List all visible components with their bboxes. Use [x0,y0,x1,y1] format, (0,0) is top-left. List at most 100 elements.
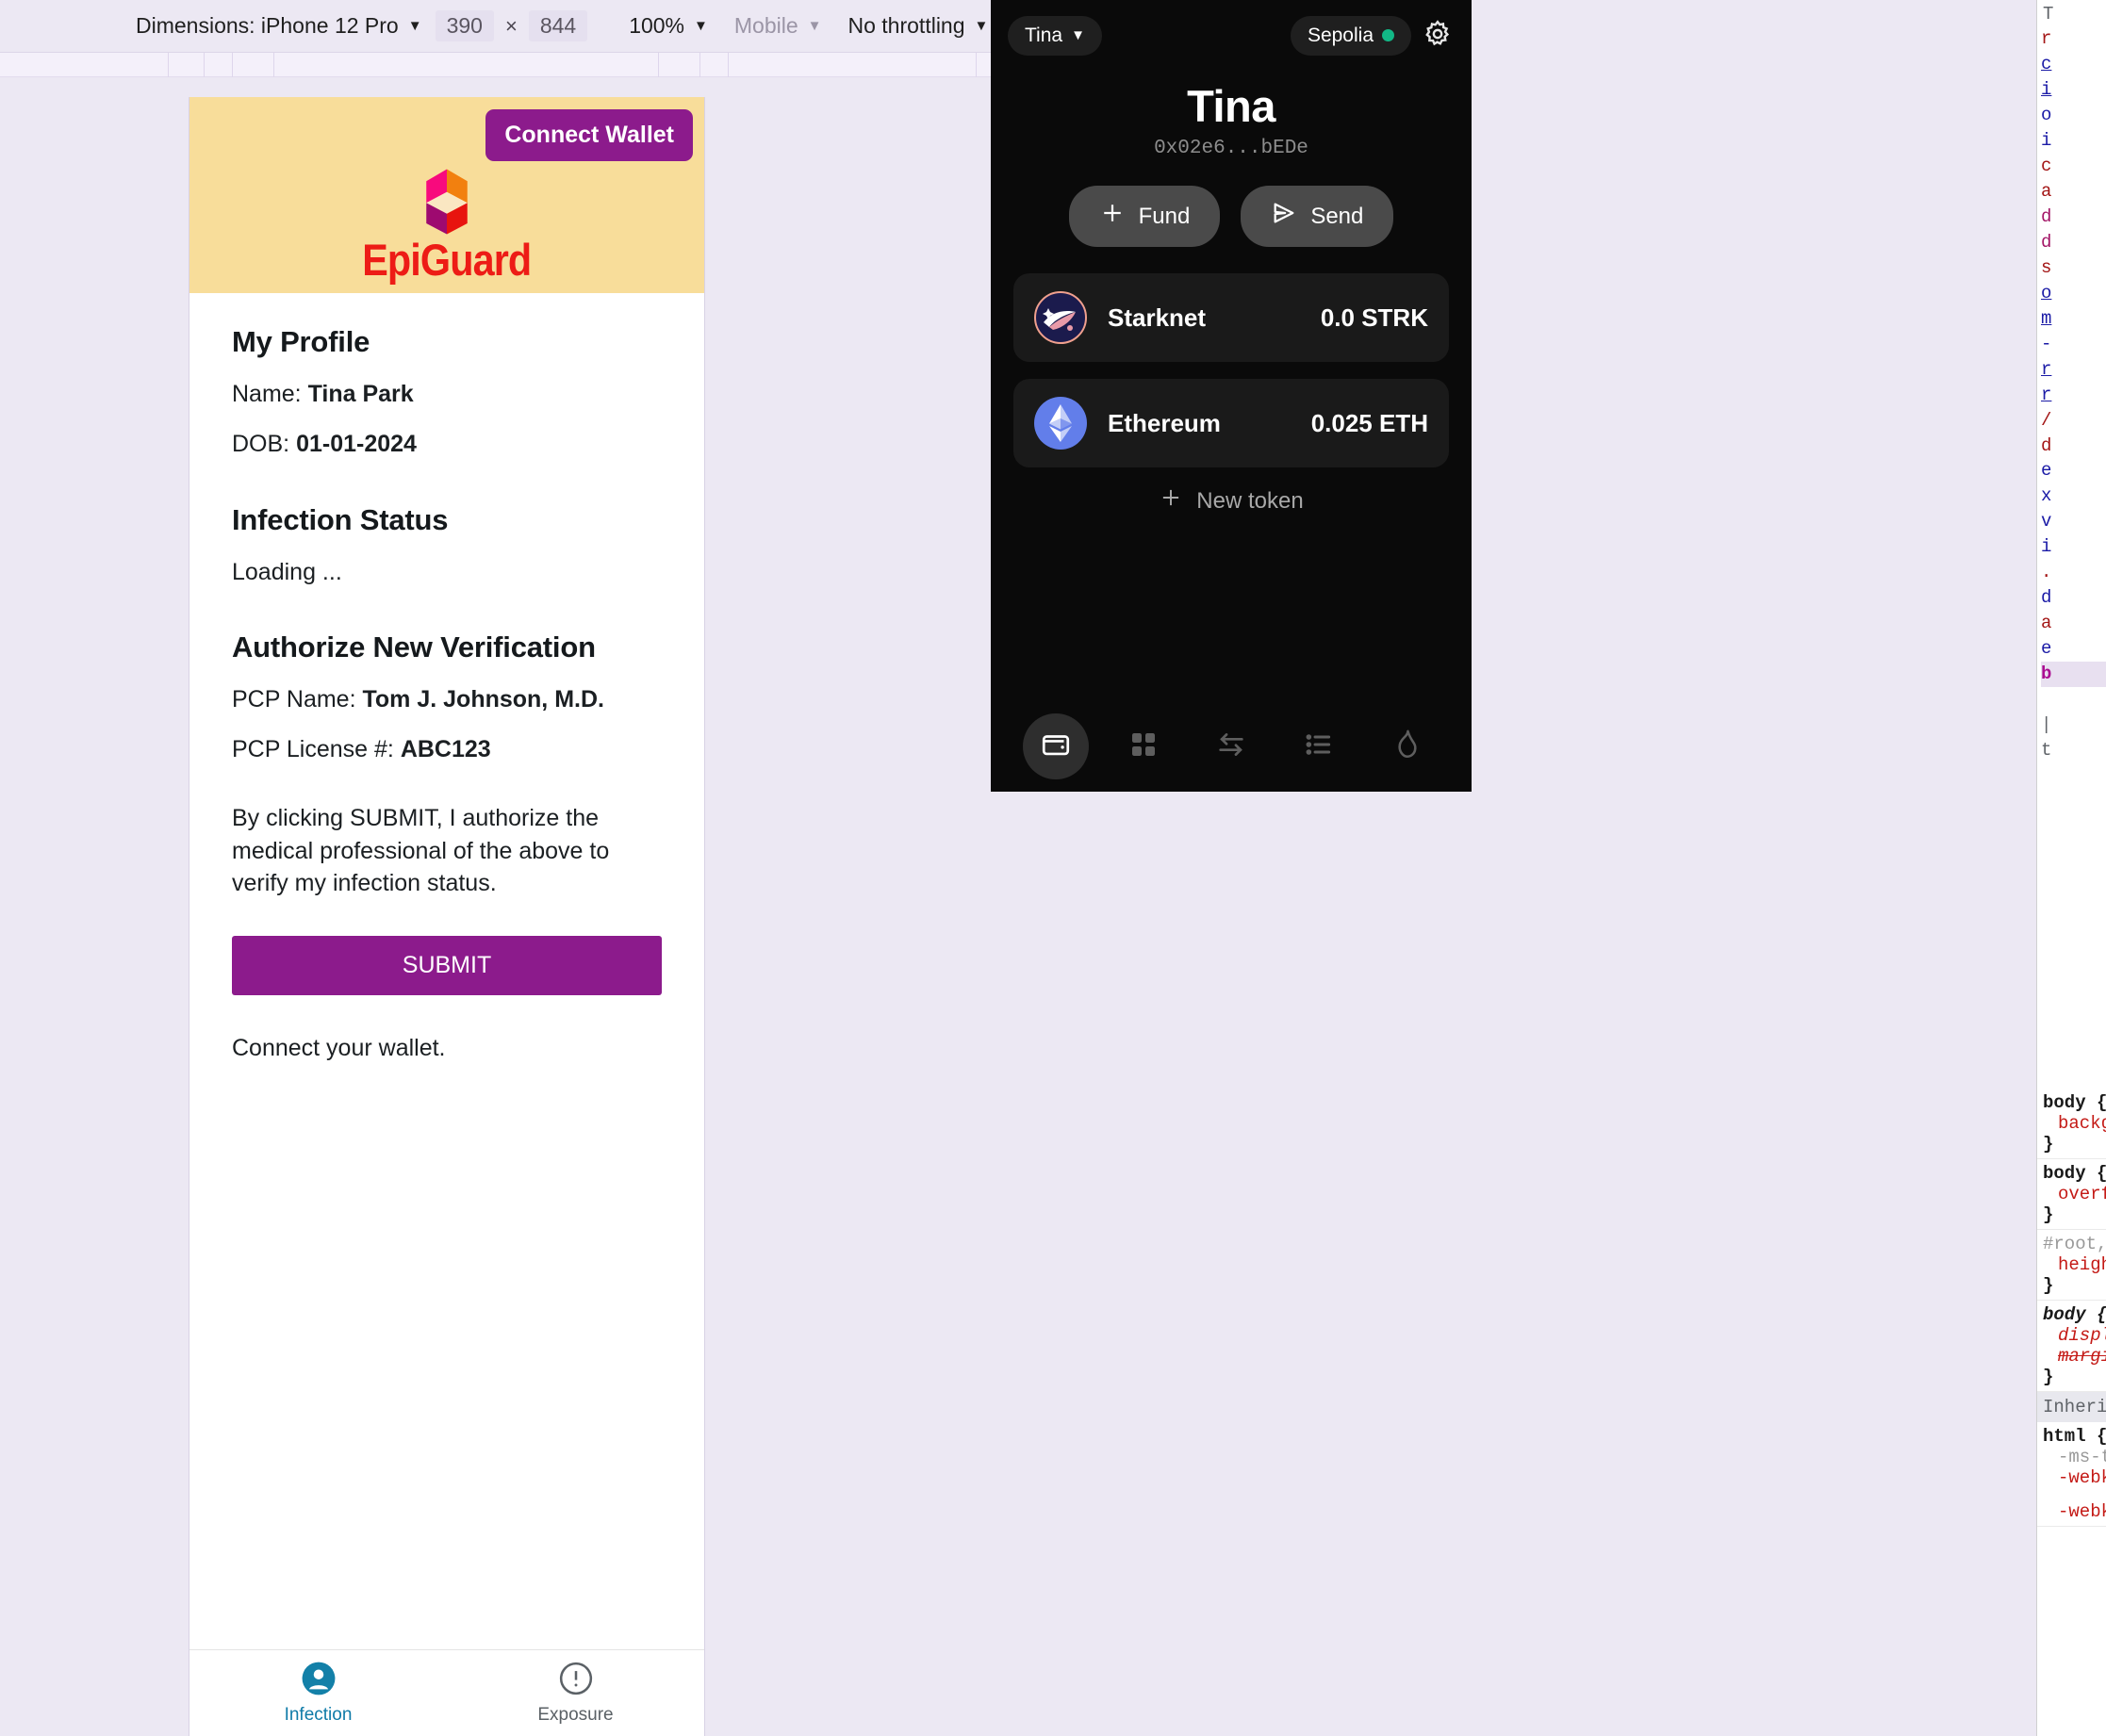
pcp-name-row: PCP Name: Tom J. Johnson, M.D. [232,685,662,714]
account-selector-button[interactable]: Tina ▼ [1008,15,1102,56]
ethereum-logo-icon [1034,397,1087,450]
network-selector-label: Sepolia [1307,24,1374,46]
list-icon [1304,729,1334,764]
submit-button[interactable]: SUBMIT [232,936,662,995]
send-button[interactable]: Send [1241,186,1394,247]
chevron-down-icon: ▼ [407,18,422,34]
consent-text: By clicking SUBMIT, I authorize the medi… [232,805,610,896]
app-logo: EpiGuard [351,168,543,286]
flame-icon [1390,729,1423,765]
device-dimensions-select[interactable]: Dimensions: iPhone 12 Pro ▼ [123,13,436,39]
wallet-address: 0x02e6...bEDe [1154,138,1308,159]
styles-token-column: r c i o i c a d d s o m - r r / d e x v … [2037,25,2106,765]
wallet-actions: Fund Send [991,186,1472,247]
styles-pane-header: T [2043,4,2054,25]
nav-wallet[interactable] [1022,713,1089,779]
network-status-dot [1382,29,1394,41]
infection-status-heading: Infection Status [232,502,449,536]
css-property[interactable]: -webk [2043,1467,2106,1488]
css-property[interactable]: displ [2043,1325,2106,1346]
css-property[interactable]: heigh [2043,1254,2106,1275]
chevron-down-icon: ▼ [807,18,822,34]
wallet-spacer [991,517,1472,701]
connect-wallet-note: Connect your wallet. [232,1035,446,1061]
wallet-bottom-nav [991,701,1472,792]
css-rule[interactable]: body { displ margi } [2037,1301,2106,1392]
css-rule[interactable]: body { backg } [2037,1089,2106,1159]
screenshot-root: Dimensions: iPhone 12 Pro ▼ 390 × 844 10… [0,0,2106,1736]
profile-name-row: Name: Tina Park [232,380,662,409]
tab-infection[interactable]: Infection [189,1650,447,1736]
token-row-starknet[interactable]: Starknet 0.0 STRK [1013,273,1449,362]
wallet-topbar: Tina ▼ Sepolia [991,0,1472,61]
wallet-panel: Tina ▼ Sepolia Tina 0x02e6...bEDe Fund S… [991,0,1472,792]
wallet-icon [1040,729,1072,765]
css-selector: html { [2043,1426,2106,1447]
profile-name-label: Name: [232,381,302,407]
css-selector: #root, b [2043,1234,2106,1254]
fund-button[interactable]: Fund [1068,186,1221,247]
css-rule-close: } [2043,1275,2054,1296]
send-button-label: Send [1310,203,1364,229]
css-property[interactable]: -webk [2043,1501,2106,1522]
throttling-select[interactable]: No throttling ▼ [835,13,1002,39]
profile-dob-label: DOB: [232,431,290,458]
token-name-starknet: Starknet [1108,303,1207,332]
chevron-down-icon: ▼ [974,18,989,34]
account-selector-label: Tina [1025,24,1063,46]
token-row-ethereum[interactable]: Ethereum 0.025 ETH [1013,379,1449,467]
new-token-button[interactable]: New token [1013,484,1449,517]
zoom-label: 100% [629,13,685,38]
zoom-select[interactable]: 100% ▼ [616,13,721,39]
css-rule-html[interactable]: html { -ms-t -webk -webk [2037,1422,2106,1527]
settings-button[interactable] [1411,15,1455,56]
wallet-account-name: Tina [1187,81,1275,131]
inherited-section-label: Inherited [2037,1392,2106,1422]
profile-dob-value: 01-01-2024 [296,431,417,458]
connect-wallet-button[interactable]: Connect Wallet [485,109,693,161]
token-list: Starknet 0.0 STRK Ethereum 0.025 ETH New… [991,247,1472,517]
fund-button-label: Fund [1138,203,1191,229]
network-selector-button[interactable]: Sepolia [1290,15,1411,56]
infection-status-value: Loading ... [232,558,342,585]
nav-swap[interactable] [1198,713,1264,779]
tab-exposure[interactable]: Exposure [447,1650,704,1736]
viewport-width-input[interactable]: 390 [435,10,494,41]
authorize-heading: Authorize New Verification [232,630,596,663]
starknet-logo-icon [1034,291,1087,344]
css-rule-close: } [2043,1367,2054,1387]
token-amount-ethereum: 0.025 ETH [1310,408,1428,437]
css-property[interactable]: backg [2043,1113,2106,1134]
chevron-down-icon: ▼ [1071,27,1085,43]
multiply-symbol: × [504,13,518,38]
send-icon [1271,200,1297,233]
devtools-styles-pane[interactable]: T r c i o i c a d d s o m - r r / d e x … [2036,0,2106,1736]
grid-icon [1128,729,1159,764]
token-name-ethereum: Ethereum [1108,408,1221,437]
viewport-height-input[interactable]: 844 [528,10,588,41]
nav-apps[interactable] [1111,713,1176,779]
css-property-disabled[interactable]: margi [2043,1346,2106,1367]
gear-icon [1423,20,1453,52]
nav-flame[interactable] [1374,713,1440,779]
app-content: My Profile Name: Tina Park DOB: 01-01-20… [189,293,704,1649]
tab-exposure-label: Exposure [537,1705,614,1725]
css-rule[interactable]: body { overf } [2037,1159,2106,1230]
profile-dob-row: DOB: 01-01-2024 [232,430,662,459]
nav-activity[interactable] [1286,713,1352,779]
profile-heading: My Profile [232,325,370,358]
profile-name-value: Tina Park [307,381,414,407]
css-rule[interactable]: #root, b heigh } [2037,1230,2106,1301]
swap-icon [1215,729,1247,765]
pcp-license-row: PCP License #: ABC123 [232,735,662,764]
css-selector: body { [2043,1163,2106,1184]
epiguard-cube-icon [426,169,468,235]
person-icon [301,1661,337,1701]
css-property[interactable]: overf [2043,1184,2106,1204]
chevron-down-icon: ▼ [694,18,708,34]
plus-icon [1099,200,1126,233]
device-type-select[interactable]: Mobile ▼ [721,13,835,39]
css-property-disabled[interactable]: -ms-t [2043,1447,2106,1467]
css-selector: body { [2043,1304,2106,1325]
pcp-license-value: ABC123 [400,736,491,762]
